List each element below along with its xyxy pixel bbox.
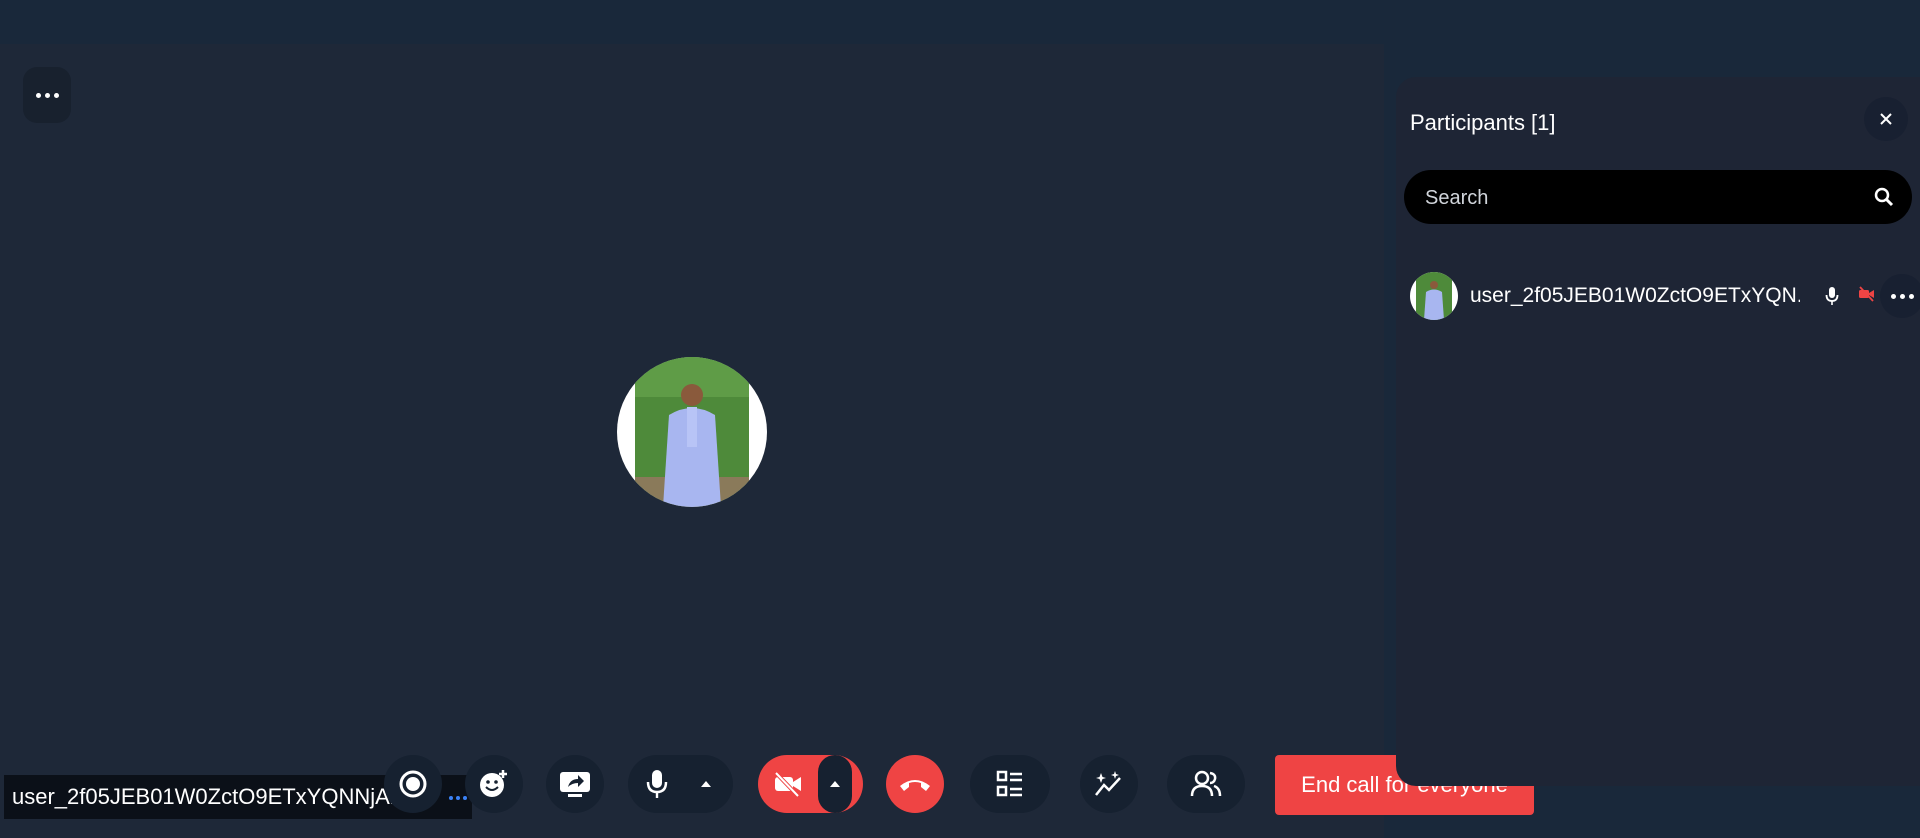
- microphone-icon: [1825, 287, 1839, 305]
- name-tag-more-icon[interactable]: [449, 796, 467, 800]
- search-icon[interactable]: [1874, 187, 1894, 207]
- share-screen-button[interactable]: [546, 755, 604, 813]
- layout-button[interactable]: [970, 755, 1050, 813]
- participant-avatar-large: [617, 357, 767, 507]
- camera-off-icon: [774, 771, 801, 798]
- effects-button[interactable]: [1080, 755, 1138, 813]
- mic-options-button[interactable]: [686, 755, 726, 813]
- more-options-button[interactable]: [23, 67, 71, 123]
- camera-off-icon: [1859, 286, 1874, 302]
- sparkle-chart-icon: [1095, 771, 1121, 796]
- hang-up-icon: [900, 780, 930, 791]
- participants-button[interactable]: [1167, 755, 1245, 813]
- participant-row: user_2f05JEB01W0ZctO9ETxYQN...: [1410, 272, 1920, 324]
- camera-options-button[interactable]: [818, 755, 852, 813]
- camera-toggle-button[interactable]: [758, 755, 818, 813]
- record-button[interactable]: [384, 755, 442, 813]
- people-icon: [1190, 770, 1222, 797]
- chevron-up-icon: [830, 781, 840, 787]
- leave-call-button[interactable]: [886, 755, 944, 813]
- participant-name: user_2f05JEB01W0ZctO9ETxYQN...: [1470, 284, 1800, 307]
- emoji-add-icon: [480, 770, 507, 797]
- mic-toggle-button[interactable]: [628, 755, 686, 813]
- more-dots-icon: [1890, 293, 1914, 299]
- microphone-icon: [646, 770, 668, 798]
- record-icon: [399, 770, 427, 798]
- layout-list-icon: [996, 770, 1022, 797]
- participant-search: [1404, 170, 1912, 226]
- chevron-up-icon: [701, 781, 711, 787]
- reactions-button[interactable]: [465, 755, 523, 813]
- search-input[interactable]: [1423, 170, 1847, 226]
- close-panel-button[interactable]: [1864, 97, 1908, 141]
- more-dots-icon: [35, 92, 59, 98]
- panel-title: Participants [1]: [1410, 110, 1556, 135]
- participants-panel: Participants [1] user_2f05JEB01W0ZctO9ET…: [1396, 77, 1920, 786]
- close-icon: [1880, 113, 1892, 125]
- participant-more-button[interactable]: [1880, 274, 1920, 318]
- participant-avatar: [1410, 272, 1458, 320]
- self-name-label: user_2f05JEB01W0ZctO9ETxYQNNjAk: [12, 784, 397, 809]
- share-screen-icon: [560, 772, 590, 797]
